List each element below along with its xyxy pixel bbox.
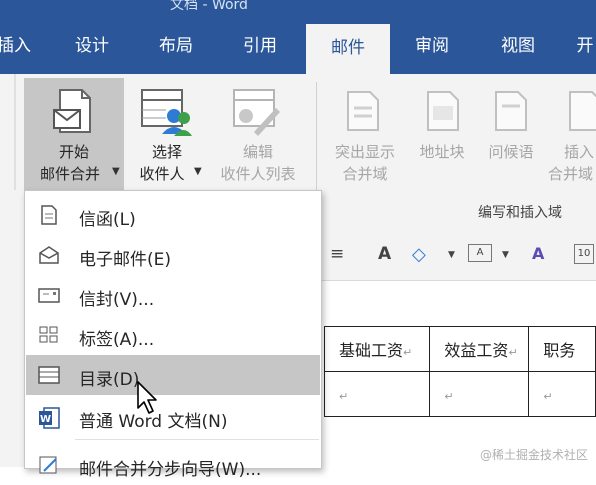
greeting-line-label: 问候语 [488,143,534,161]
tab-references[interactable]: 引用 [230,22,290,74]
paragraph-icon[interactable]: ≡ [330,244,344,264]
menu-item-labels[interactable]: 标签(A)... [26,315,320,355]
menu-item-label: 标签(A)... [79,330,155,350]
menu-item-normal-word-document[interactable]: W 普通 Word 文档(N) [26,397,320,437]
cell-end-mark: ↵ [444,389,454,403]
font-icon[interactable]: A [378,244,391,264]
salary-table: 基础工资↵ 效益工资↵ 职务 ↵ ↵ ↵ [323,326,596,417]
directory-icon [38,366,60,384]
table-cell[interactable]: ↵ [429,371,530,417]
edit-list-icon [233,89,280,136]
address-block-label: 地址块 [419,143,465,161]
highlight-merge-fields-button[interactable]: 突出显示 合并域 [322,78,408,190]
header-text: 基础工资 [339,341,404,360]
menu-item-email[interactable]: 电子邮件(E) [26,235,320,275]
insert-field-line1: 插入 [564,143,595,161]
recipients-icon [141,89,192,136]
svg-text:W: W [40,414,51,425]
menu-item-label: 电子邮件(E) [79,250,172,270]
menu-item-label: 邮件合并分步向导(W)... [79,460,262,480]
edit-recipients-line2: 收件人列表 [220,165,296,183]
greeting-line-button[interactable]: 问候语 [476,78,546,190]
tab-view[interactable]: 视图 [488,22,548,74]
tab-review[interactable]: 审阅 [402,22,462,74]
table-cell[interactable]: ↵ [323,371,431,417]
cell-end-mark: ↵ [403,346,413,359]
cell-end-mark: ↵ [508,346,518,359]
page-icon[interactable]: 10 [574,244,594,264]
table-header-cell[interactable]: 效益工资↵ [429,326,530,372]
tab-developer[interactable]: 开 [570,22,596,74]
menu-item-envelopes[interactable]: 信封(V)... [26,275,320,315]
insert-field-icon [569,91,596,131]
address-block-icon [427,91,459,131]
chevron-down-icon: ▼ [194,166,202,177]
shape-fill-icon[interactable]: ◇ [412,244,426,265]
header-text: 效益工资 [444,341,509,360]
ribbon-tab-bar: 插入 设计 布局 引用 邮件 审阅 视图 开 [0,22,596,74]
write-insert-fields-group-label: 编写和插入域 [478,205,562,221]
menu-item-directory[interactable]: 目录(D) [26,355,320,395]
select-recipients-line2: 收件人 [139,165,185,183]
cell-end-mark: ↵ [543,389,553,403]
chevron-down-icon[interactable]: ▼ [502,250,509,260]
start-mail-merge-line1: 开始 [58,143,89,161]
select-recipients-button[interactable]: 选择 收件人 ▼ [126,78,208,190]
envelope-icon [38,288,60,303]
table-header-cell[interactable]: 职务 [528,326,596,372]
word-doc-icon: W [39,407,60,429]
chevron-down-icon[interactable]: ▼ [448,250,455,260]
edit-recipient-list-button[interactable]: 编辑 收件人列表 [206,78,310,190]
edit-recipients-line1: 编辑 [242,143,273,161]
window-title: 文档 - Word [170,0,248,13]
highlight-fields-icon [347,91,379,131]
start-mail-merge-button[interactable]: 开始 邮件合并 ▼ [24,78,124,190]
highlight-fields-line2: 合并域 [342,165,388,183]
start-mail-merge-menu: 信函(L) 电子邮件(E) 信封(V)... 标签(A)... 目录(D) W … [24,190,322,480]
tab-layout[interactable]: 布局 [146,22,206,74]
mail-merge-icon [53,89,91,133]
insert-merge-field-button[interactable]: 插入 合并域 [548,78,596,190]
cell-end-mark: ↵ [339,389,349,403]
letter-icon [41,205,57,225]
table-cell[interactable]: ↵ [528,371,596,417]
mouse-cursor-icon [137,381,157,414]
insert-field-line2: 合并域 [548,165,594,183]
menu-item-step-by-step-wizard[interactable]: 邮件合并分步向导(W)... [26,445,320,485]
header-text: 职务 [543,341,576,360]
tab-insert[interactable]: 插入 [0,22,40,74]
left-edge [0,190,24,467]
tab-mailings[interactable]: 邮件 [306,24,390,74]
text-effects-icon[interactable]: A [532,244,544,263]
menu-item-label: 目录(D) [79,370,140,390]
email-icon [39,246,59,264]
text-box-icon[interactable]: A [468,244,492,262]
labels-icon [39,326,58,343]
menu-item-label: 信封(V)... [79,290,155,310]
menu-item-letters[interactable]: 信函(L) [26,195,320,235]
table-row: ↵ ↵ ↵ [323,371,596,417]
start-mail-merge-line2: 邮件合并 [39,165,100,183]
chevron-down-icon: ▼ [112,166,120,177]
highlight-fields-line1: 突出显示 [334,143,395,161]
greeting-line-icon [495,91,527,131]
menu-item-label: 信函(L) [79,210,136,230]
select-recipients-line1: 选择 [151,143,182,161]
table-header-cell[interactable]: 基础工资↵ [323,326,431,372]
title-bar: 文档 - Word [0,0,596,22]
tab-design[interactable]: 设计 [62,22,122,74]
wizard-icon [39,456,57,474]
menu-separator [75,439,319,440]
table-row: 基础工资↵ 效益工资↵ 职务 [323,326,596,372]
watermark: @稀土掘金技术社区 [479,448,588,462]
address-block-button[interactable]: 地址块 [410,78,474,190]
